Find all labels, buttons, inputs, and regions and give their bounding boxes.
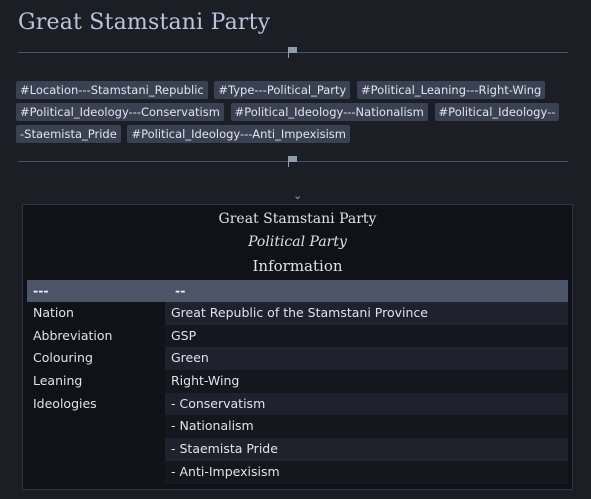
infobox-type: Political Party [248, 234, 347, 250]
row-label [27, 461, 163, 484]
tag-list: #Location---Stamstani_Republic #Type---P… [16, 79, 560, 145]
table-row: - Staemista Pride [27, 438, 568, 461]
row-label: Colouring [33, 350, 93, 366]
row-value: Great Republic of the Stamstani Province [165, 302, 568, 325]
table-row: Abbreviation GSP [27, 324, 568, 348]
tag-link[interactable]: #Political_Ideology---Anti_Impexisism [127, 125, 350, 143]
row-value: - Staemista Pride [165, 438, 568, 461]
column-header: -- [175, 283, 186, 298]
table-header: --- -- [27, 280, 568, 302]
table-row: - Nationalism [27, 415, 568, 439]
infobox-section: Information [252, 257, 343, 275]
column-header: --- [33, 283, 49, 298]
flag-icon [288, 47, 298, 58]
tag-link[interactable]: #Political_Ideology---Conservatism [16, 103, 224, 121]
row-label: Nation [33, 305, 74, 320]
chevron-down-icon[interactable]: ⌄ [293, 189, 302, 202]
row-value: - Anti-Impexisism [165, 460, 568, 484]
tag-link[interactable]: #Political_Leaning---Right-Wing [357, 81, 546, 99]
row-value: Right-Wing [165, 370, 568, 393]
tag-link[interactable]: #Political_Ideology---Nationalism [230, 103, 428, 121]
row-label: Abbreviation [33, 327, 113, 343]
row-value: GSP [165, 324, 568, 348]
table-row: - Anti-Impexisism [27, 460, 568, 484]
row-value: Green [165, 347, 568, 371]
flag-icon [288, 156, 298, 167]
row-label: Ideologies [33, 395, 97, 411]
table-row: Nation Great Republic of the Stamstani P… [27, 302, 568, 325]
infobox: Great Stamstani Party Political Party In… [22, 204, 573, 490]
row-value: - Nationalism [165, 415, 568, 439]
info-table: --- -- Nation Great Republic of the Stam… [27, 280, 568, 484]
infobox-title: Great Stamstani Party [218, 211, 377, 227]
row-label: Leaning [33, 373, 83, 389]
table-row: Leaning Right-Wing [27, 370, 568, 393]
row-label [27, 415, 163, 438]
page-title: Great Stamstani Party [18, 10, 271, 35]
row-label [27, 438, 163, 461]
row-value: - Conservatism [165, 392, 568, 416]
table-row: Ideologies - Conservatism [27, 392, 568, 416]
table-row: Colouring Green [27, 347, 568, 371]
tag-link[interactable]: #Type---Political_Party [214, 81, 351, 99]
tag-link[interactable]: #Location---Stamstani_Republic [16, 81, 208, 99]
